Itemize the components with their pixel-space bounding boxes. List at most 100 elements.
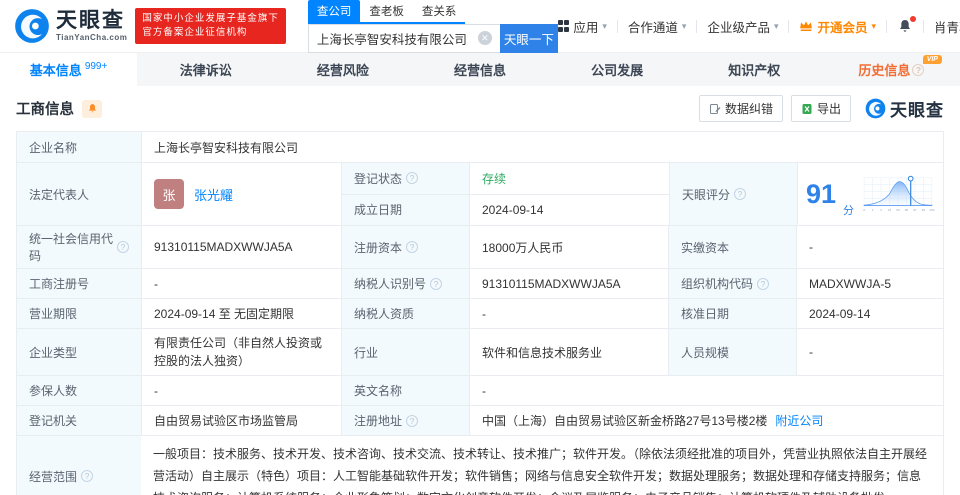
svg-text:15: 15 [888, 208, 892, 212]
monitor-bell-chip[interactable] [82, 99, 102, 118]
paid-capital-value: - [796, 226, 943, 268]
business-info-table: 企业名称 上海长亭智安科技有限公司 法定代表人 张 张光耀 登记状态? 存续 成… [16, 131, 944, 495]
nav-partner[interactable]: 合作通道 ▾ [628, 17, 687, 36]
top-header: 天眼查 TianYanCha.com 国家中小企业发展子基金旗下 官方备案企业征… [0, 0, 960, 53]
export-button[interactable]: 导出 [790, 95, 851, 122]
nav-user[interactable]: 肖青羽▾ [934, 17, 960, 36]
table-row: 参保人数 - 英文名称 - [17, 376, 943, 406]
reg-address-value: 中国（上海）自由贸易试验区新金桥路27号13号楼2楼 [482, 414, 768, 428]
avatar[interactable]: 张 [154, 179, 184, 209]
chevron-down-icon: ▾ [871, 20, 877, 31]
chevron-down-icon: ▾ [773, 20, 779, 31]
reg-address-cell: 中国（上海）自由贸易试验区新金桥路27号13号楼2楼 附近公司 [469, 406, 943, 435]
search-tab-relation[interactable]: 查关系 [413, 0, 466, 22]
table-row: 成立日期 2024-09-14 [342, 193, 669, 225]
help-icon[interactable]: ? [430, 277, 443, 290]
reg-status-value: 存续 [482, 171, 507, 186]
top-nav: 应用▾ 合作通道▾ 企业级产品▾ 开通会员▾ 肖青羽▾ [557, 16, 960, 36]
help-icon[interactable]: ? [406, 241, 419, 253]
score-cell: 91 分 0 1 3 15 50 85 97 99 100 [797, 163, 943, 225]
business-scope-value: 一般项目：技术服务、技术开发、技术咨询、技术交流、技术转让、技术推广；软件开发。… [153, 447, 928, 495]
logo-domain: TianYanCha.com [56, 33, 128, 42]
nav-apps[interactable]: 应用 ▾ [557, 17, 607, 36]
establish-date-value: 2024-09-14 [482, 202, 544, 217]
legal-rep-cell: 张 张光耀 [141, 163, 341, 225]
logo-swirl-icon [15, 9, 49, 43]
search-box: ✕ [307, 23, 500, 53]
tab-risk[interactable]: 经营风险 [274, 53, 411, 86]
tab-ip[interactable]: 知识产权 [686, 53, 823, 86]
field-label: 行业 [341, 329, 469, 375]
search-input[interactable] [316, 31, 478, 45]
reg-authority-value: 自由贸易试验区市场监管局 [141, 406, 341, 435]
nearby-companies-link[interactable]: 附近公司 [775, 412, 823, 429]
table-row: 营业期限 2024-09-14 至 无固定期限 纳税人资质 - 核准日期 202… [17, 299, 943, 329]
table-row: 法定代表人 张 张光耀 登记状态? 存续 成立日期 2024-09-14 天眼评… [17, 163, 943, 226]
search-button[interactable]: 天眼一下 [499, 23, 558, 53]
field-label: 纳税人识别号? [341, 269, 469, 298]
svg-text:3: 3 [880, 208, 882, 212]
svg-text:100: 100 [929, 208, 934, 212]
svg-text:97: 97 [913, 208, 917, 212]
section-header: 工商信息 数据纠错 导出 天眼查 [0, 86, 960, 129]
score-distribution-chart: 0 1 3 15 50 85 97 99 100 [863, 175, 935, 212]
score-value: 91 [806, 178, 837, 209]
help-icon[interactable]: ? [734, 188, 747, 200]
legal-rep-link[interactable]: 张光耀 [194, 185, 233, 204]
nav-open-vip[interactable]: 开通会员 ▾ [799, 17, 876, 36]
help-icon[interactable]: ? [117, 241, 129, 253]
field-label: 企业类型 [17, 329, 141, 375]
field-label: 参保人数 [17, 376, 141, 405]
apps-grid-icon [557, 20, 570, 32]
search-tab-company[interactable]: 查公司 [307, 0, 361, 22]
help-icon[interactable]: ? [81, 470, 94, 483]
table-row: 登记状态? 存续 [342, 163, 669, 194]
tab-basic-info[interactable]: 基本信息 999+ [0, 53, 138, 86]
org-code-value: MADXWWJA-5 [796, 269, 943, 298]
field-label: 组织机构代码? [668, 269, 796, 298]
business-term-value: 2024-09-14 至 无固定期限 [141, 299, 341, 328]
help-icon[interactable]: ? [406, 172, 419, 185]
tianyancha-logo[interactable]: 天眼查 TianYanCha.com [14, 8, 127, 44]
watermark-text: 天眼查 [890, 101, 944, 120]
divider [616, 19, 618, 33]
tab-operation[interactable]: 经营信息 [411, 53, 548, 86]
search-tab-boss[interactable]: 查老板 [360, 0, 413, 22]
table-row: 统一社会信用代码? 91310115MADXWWJA5A 注册资本? 18000… [17, 226, 943, 269]
field-label: 注册地址? [341, 406, 469, 435]
divider [696, 19, 698, 33]
tab-development[interactable]: 公司发展 [549, 53, 686, 86]
tab-legal[interactable]: 法律诉讼 [137, 53, 274, 86]
field-label: 人员规模 [668, 329, 796, 375]
nav-enterprise[interactable]: 企业级产品 ▾ [707, 17, 778, 36]
logo-swirl-icon [865, 98, 886, 119]
notifications-bell[interactable] [897, 16, 917, 34]
table-row: 经营范围? 一般项目：技术服务、技术开发、技术咨询、技术交流、技术转让、技术推广… [17, 436, 943, 495]
export-excel-icon [802, 103, 812, 114]
field-label: 登记机关 [17, 406, 141, 435]
svg-text:1: 1 [872, 208, 874, 212]
vip-badge: VIP [922, 55, 942, 64]
reg-number-value: - [141, 269, 341, 298]
field-label: 核准日期 [668, 299, 796, 328]
english-name-value: - [469, 376, 943, 405]
field-label: 成立日期 [342, 194, 470, 225]
divider [923, 19, 925, 33]
clear-search-icon[interactable]: ✕ [477, 31, 492, 45]
section-title: 工商信息 [16, 102, 74, 118]
tab-history[interactable]: VIP 历史信息 ? [823, 53, 960, 86]
data-correction-button[interactable]: 数据纠错 [698, 95, 783, 122]
svg-text:50: 50 [896, 208, 900, 212]
table-row: 登记机关 自由贸易试验区市场监管局 注册地址? 中国（上海）自由贸易试验区新金桥… [17, 406, 943, 436]
divider [886, 19, 888, 33]
crown-icon [800, 21, 813, 31]
field-label: 营业期限 [17, 299, 141, 328]
table-row: 企业类型 有限责任公司（非自然人投资或控股的法人独资） 行业 软件和信息技术服务… [17, 329, 943, 376]
search-tabs: 查公司 查老板 查关系 [307, 0, 466, 24]
gov-cert-badge: 国家中小企业发展子基金旗下 官方备案企业征信机构 [135, 8, 286, 44]
help-icon[interactable]: ? [757, 277, 770, 290]
logo-name: 天眼查 [56, 9, 125, 32]
help-icon[interactable]: ? [406, 414, 419, 427]
svg-text:85: 85 [905, 208, 909, 212]
help-icon[interactable]: ? [912, 63, 925, 76]
